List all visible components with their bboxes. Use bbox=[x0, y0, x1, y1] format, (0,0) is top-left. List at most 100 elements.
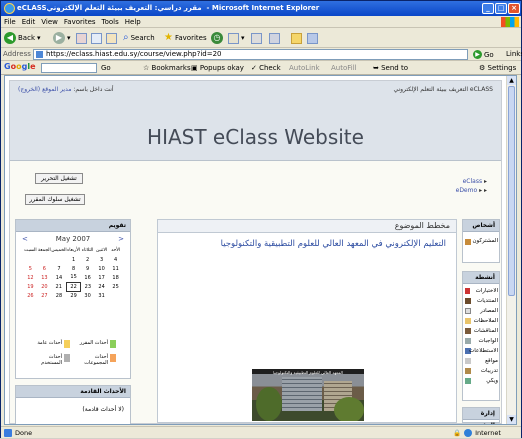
calendar-day[interactable]: 31 bbox=[95, 291, 109, 300]
activity-assignments[interactable]: الواجبات bbox=[466, 338, 499, 344]
calendar-day[interactable]: 9 bbox=[81, 264, 95, 273]
go-button[interactable]: ▶ Go bbox=[473, 49, 494, 60]
minimize-button[interactable]: _ bbox=[482, 3, 494, 14]
print-button[interactable] bbox=[251, 31, 262, 45]
popup-blocker-button[interactable]: ▣ Popups okay bbox=[191, 64, 244, 72]
google-settings-button[interactable]: ⚙ Settings bbox=[479, 64, 516, 72]
calendar-day[interactable]: 11 bbox=[109, 264, 123, 273]
calendar-day[interactable]: 17 bbox=[95, 273, 109, 282]
calendar-day[interactable]: 2 bbox=[81, 255, 95, 264]
calendar-day[interactable]: 30 bbox=[81, 291, 95, 300]
favorites-button[interactable]: ★ Favorites bbox=[164, 31, 207, 45]
calendar-day[interactable] bbox=[51, 255, 66, 264]
activity-workshops[interactable]: تدريبات bbox=[466, 368, 498, 374]
activity-notes[interactable]: الملاحظات bbox=[466, 318, 498, 324]
scroll-up-icon[interactable]: ▲ bbox=[507, 76, 516, 85]
legend-user-events[interactable]: أحداث المستخدم bbox=[28, 354, 62, 366]
forward-button[interactable]: ▶ ▾ bbox=[53, 31, 71, 45]
calendar-day[interactable]: 10 bbox=[95, 264, 109, 273]
menu-tools[interactable]: Tools bbox=[99, 16, 122, 28]
calendar-next-button[interactable]: > bbox=[118, 235, 124, 243]
legend-course-events[interactable]: أحداث المقرر bbox=[76, 340, 108, 346]
calendar-day[interactable]: 18 bbox=[109, 273, 123, 282]
activity-surveys[interactable]: الاستطلاعات bbox=[466, 348, 498, 354]
legend-group-events[interactable]: أحداث المجموعات bbox=[76, 354, 108, 366]
calendar-day[interactable]: 3 bbox=[95, 255, 109, 264]
turn-editing-on-button[interactable]: تشغيل التحرير bbox=[35, 173, 83, 184]
calendar-day[interactable] bbox=[37, 255, 51, 264]
history-button[interactable]: ◷ bbox=[211, 31, 223, 45]
spell-check-button[interactable]: ✓ Check bbox=[251, 64, 281, 72]
activity-sites[interactable]: مواقع bbox=[466, 358, 498, 364]
activity-forums[interactable]: المنتديات bbox=[466, 298, 498, 304]
vertical-scrollbar[interactable]: ▲ ▼ bbox=[506, 76, 516, 424]
calendar-day[interactable]: 21 bbox=[51, 282, 66, 291]
calendar-day[interactable]: 19 bbox=[23, 282, 37, 291]
google-go-button[interactable]: Go bbox=[101, 64, 111, 72]
calendar-day[interactable]: 12 bbox=[23, 273, 37, 282]
messenger-button[interactable] bbox=[307, 31, 318, 45]
calendar-day[interactable]: 23 bbox=[81, 282, 95, 291]
calendar-day[interactable]: 24 bbox=[95, 282, 109, 291]
bookmarks-button[interactable]: ☆ Bookmarks bbox=[143, 64, 191, 72]
calendar-day[interactable]: 14 bbox=[51, 273, 66, 282]
search-button[interactable]: ⌕ Search bbox=[123, 31, 155, 45]
folder-button[interactable] bbox=[291, 31, 302, 45]
calendar-day[interactable]: 27 bbox=[37, 291, 51, 300]
logout-link[interactable]: (الخروج) bbox=[18, 86, 40, 93]
calendar-day[interactable]: 28 bbox=[51, 291, 66, 300]
folder-icon bbox=[291, 32, 302, 44]
address-label: Address bbox=[3, 50, 31, 58]
google-search-input[interactable] bbox=[41, 63, 97, 73]
menu-favorites[interactable]: Favorites bbox=[61, 16, 99, 28]
calendar-prev-button[interactable]: < bbox=[22, 235, 28, 243]
breadcrumb-edemo[interactable]: eDemo bbox=[456, 187, 478, 194]
autolink-button[interactable]: AutoLink bbox=[289, 64, 320, 72]
activity-chats[interactable]: المناقشات bbox=[466, 328, 498, 334]
calendar-day[interactable] bbox=[109, 291, 123, 300]
user-link[interactable]: مدير الموقع bbox=[42, 86, 71, 93]
menu-edit[interactable]: Edit bbox=[19, 16, 39, 28]
links-button[interactable]: Links bbox=[506, 50, 522, 58]
calendar-day[interactable]: 15 bbox=[67, 273, 81, 282]
activity-quizzes[interactable]: الاختبارات bbox=[466, 288, 498, 294]
send-to-button[interactable]: ➥ Send to bbox=[373, 64, 408, 72]
calendar-month[interactable]: May 2007 bbox=[56, 235, 91, 243]
menu-help[interactable]: Help bbox=[122, 16, 144, 28]
participants-link[interactable]: المشتركون bbox=[466, 238, 498, 244]
refresh-button[interactable] bbox=[91, 31, 102, 45]
maximize-button[interactable]: □ bbox=[495, 3, 507, 14]
activity-wiki[interactable]: ويكي bbox=[466, 378, 498, 384]
calendar-day[interactable]: 5 bbox=[23, 264, 37, 273]
scroll-thumb[interactable] bbox=[508, 86, 515, 296]
calendar-day[interactable]: 29 bbox=[67, 291, 81, 300]
browser-window: ‏eCLASS‏ مقرر دراسي: التعريف ببيئة التعل… bbox=[0, 0, 522, 438]
calendar-today[interactable]: 22 bbox=[66, 281, 82, 292]
calendar-day[interactable]: 16 bbox=[81, 273, 95, 282]
activity-resources[interactable]: المصادر bbox=[466, 308, 498, 314]
back-button[interactable]: ◀ Back ▾ bbox=[4, 31, 41, 45]
stop-button[interactable] bbox=[76, 31, 87, 45]
calendar-day[interactable]: 20 bbox=[37, 282, 51, 291]
legend-global-events[interactable]: أحداث عامة bbox=[28, 340, 62, 346]
course-settings-button[interactable]: تشغيل سلوك المقرر bbox=[25, 194, 85, 205]
close-button[interactable]: × bbox=[508, 3, 520, 14]
calendar-day[interactable]: 25 bbox=[109, 282, 123, 291]
menu-file[interactable]: File bbox=[1, 16, 19, 28]
address-input[interactable]: https://eclass.hiast.edu.sy/course/view.… bbox=[33, 49, 468, 60]
menu-view[interactable]: View bbox=[38, 16, 61, 28]
calendar-day[interactable]: 4 bbox=[109, 255, 123, 264]
calendar-day[interactable]: 26 bbox=[23, 291, 37, 300]
edit-button[interactable] bbox=[269, 31, 280, 45]
calendar-day[interactable]: 13 bbox=[37, 273, 51, 282]
calendar-day[interactable]: 8 bbox=[67, 264, 81, 273]
calendar-day[interactable]: 1 bbox=[67, 255, 81, 264]
calendar-day[interactable]: 6 bbox=[37, 264, 51, 273]
breadcrumb-eclass[interactable]: eClass bbox=[463, 178, 482, 185]
calendar-day[interactable] bbox=[23, 255, 37, 264]
autofill-button[interactable]: AutoFill bbox=[331, 64, 357, 72]
home-button[interactable] bbox=[106, 31, 117, 45]
mail-button[interactable]: ▾ bbox=[228, 31, 245, 45]
scroll-down-icon[interactable]: ▼ bbox=[507, 415, 516, 424]
calendar-day[interactable]: 7 bbox=[51, 264, 66, 273]
